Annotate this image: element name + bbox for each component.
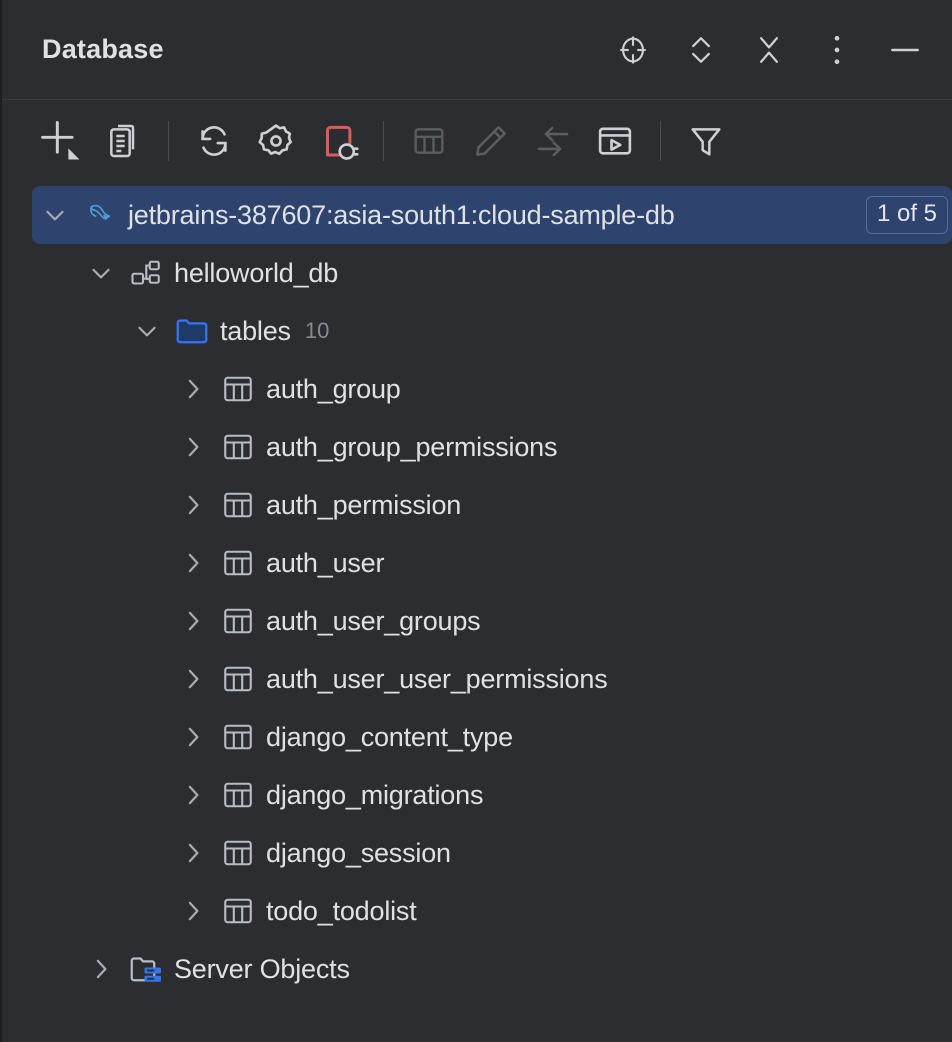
folder-blue-icon <box>170 313 214 349</box>
tree-row-table-auth-group-permissions[interactable]: auth_group_permissions <box>2 418 952 476</box>
tree-row-label: Server Objects <box>168 954 350 985</box>
scroll-from-source-icon[interactable] <box>608 25 658 75</box>
expand-all-icon[interactable] <box>676 25 726 75</box>
table-icon <box>216 661 260 697</box>
tree-row-label: auth_group_permissions <box>260 432 557 463</box>
table-icon <box>216 603 260 639</box>
tree-row-label: todo_todolist <box>260 896 417 927</box>
tree-row-table-django-migrations[interactable]: django_migrations <box>2 766 952 824</box>
chevron-right-icon[interactable] <box>170 664 216 694</box>
table-editor-icon <box>400 112 458 170</box>
table-icon <box>216 371 260 407</box>
query-console-icon[interactable] <box>586 112 644 170</box>
table-icon <box>216 893 260 929</box>
database-toolbar <box>2 100 952 182</box>
tree-row-table-auth-permission[interactable]: auth_permission <box>2 476 952 534</box>
status-badge: 1 of 5 <box>866 196 948 234</box>
chevron-right-icon[interactable] <box>170 432 216 462</box>
chevron-down-icon[interactable] <box>124 316 170 346</box>
chevron-right-icon[interactable] <box>78 954 124 984</box>
more-options-icon[interactable] <box>812 25 862 75</box>
tree-row-count: 10 <box>291 318 329 344</box>
chevron-right-icon[interactable] <box>170 722 216 752</box>
header-actions <box>608 25 930 75</box>
chevron-right-icon[interactable] <box>170 374 216 404</box>
tree-row-label: django_migrations <box>260 780 483 811</box>
disconnect-icon[interactable] <box>309 112 367 170</box>
database-tool-window: Database <box>0 0 952 1042</box>
collapse-all-icon[interactable] <box>744 25 794 75</box>
tree-row-server-objects[interactable]: Server Objects <box>2 940 952 998</box>
tree-row-label: auth_user <box>260 548 384 579</box>
tree-row-data-source[interactable]: jetbrains-387607:asia-south1:cloud-sampl… <box>32 186 952 244</box>
chevron-right-icon[interactable] <box>170 606 216 636</box>
mysql-dolphin-icon <box>78 197 122 233</box>
table-icon <box>216 777 260 813</box>
toolbar-separator <box>383 121 384 161</box>
tree-row-label: django_session <box>260 838 451 869</box>
chevron-down-icon[interactable] <box>32 200 78 230</box>
properties-icon[interactable] <box>94 112 152 170</box>
tree-row-label: helloworld_db <box>168 258 338 289</box>
tree-row-label: auth_permission <box>260 490 461 521</box>
toolbar-separator <box>168 121 169 161</box>
tree-row-table-auth-user-user-permissions[interactable]: auth_user_user_permissions <box>2 650 952 708</box>
table-icon <box>216 719 260 755</box>
table-icon <box>216 835 260 871</box>
tree-row-table-auth-user[interactable]: auth_user <box>2 534 952 592</box>
chevron-right-icon[interactable] <box>170 896 216 926</box>
tree-row-label: auth_group <box>260 374 401 405</box>
refresh-icon[interactable] <box>185 112 243 170</box>
table-icon <box>216 545 260 581</box>
modify-icon <box>462 112 520 170</box>
tree-row-tables-group[interactable]: tables10 <box>2 302 952 360</box>
database-tree[interactable]: jetbrains-387607:asia-south1:cloud-sampl… <box>2 182 952 1042</box>
tree-row-label: auth_user_user_permissions <box>260 664 608 695</box>
tree-row-label: tables <box>214 316 291 347</box>
tree-row-table-django-session[interactable]: django_session <box>2 824 952 882</box>
schema-icon <box>124 255 168 291</box>
tree-row-table-auth-group[interactable]: auth_group <box>2 360 952 418</box>
page-title: Database <box>42 34 608 65</box>
add-icon[interactable] <box>32 112 90 170</box>
tree-row-table-django-content-type[interactable]: django_content_type <box>2 708 952 766</box>
table-icon <box>216 429 260 465</box>
settings-icon[interactable] <box>247 112 305 170</box>
chevron-right-icon[interactable] <box>170 838 216 868</box>
table-icon <box>216 487 260 523</box>
toolbar-separator <box>660 121 661 161</box>
minimize-icon[interactable] <box>880 25 930 75</box>
chevron-down-icon[interactable] <box>78 258 124 288</box>
chevron-right-icon[interactable] <box>170 548 216 578</box>
tree-row-label: django_content_type <box>260 722 513 753</box>
chevron-right-icon[interactable] <box>170 490 216 520</box>
filter-icon[interactable] <box>677 112 735 170</box>
server-objects-folder-icon <box>124 951 168 987</box>
tree-row-table-auth-user-groups[interactable]: auth_user_groups <box>2 592 952 650</box>
tool-window-header: Database <box>2 0 952 100</box>
tree-row-label: auth_user_groups <box>260 606 480 637</box>
tree-row-table-todo-todolist[interactable]: todo_todolist <box>2 882 952 940</box>
jump-to-icon <box>524 112 582 170</box>
tree-row-label: jetbrains-387607:asia-south1:cloud-sampl… <box>122 200 675 231</box>
chevron-right-icon[interactable] <box>170 780 216 810</box>
tree-row-schema-helloworld-db[interactable]: helloworld_db <box>2 244 952 302</box>
